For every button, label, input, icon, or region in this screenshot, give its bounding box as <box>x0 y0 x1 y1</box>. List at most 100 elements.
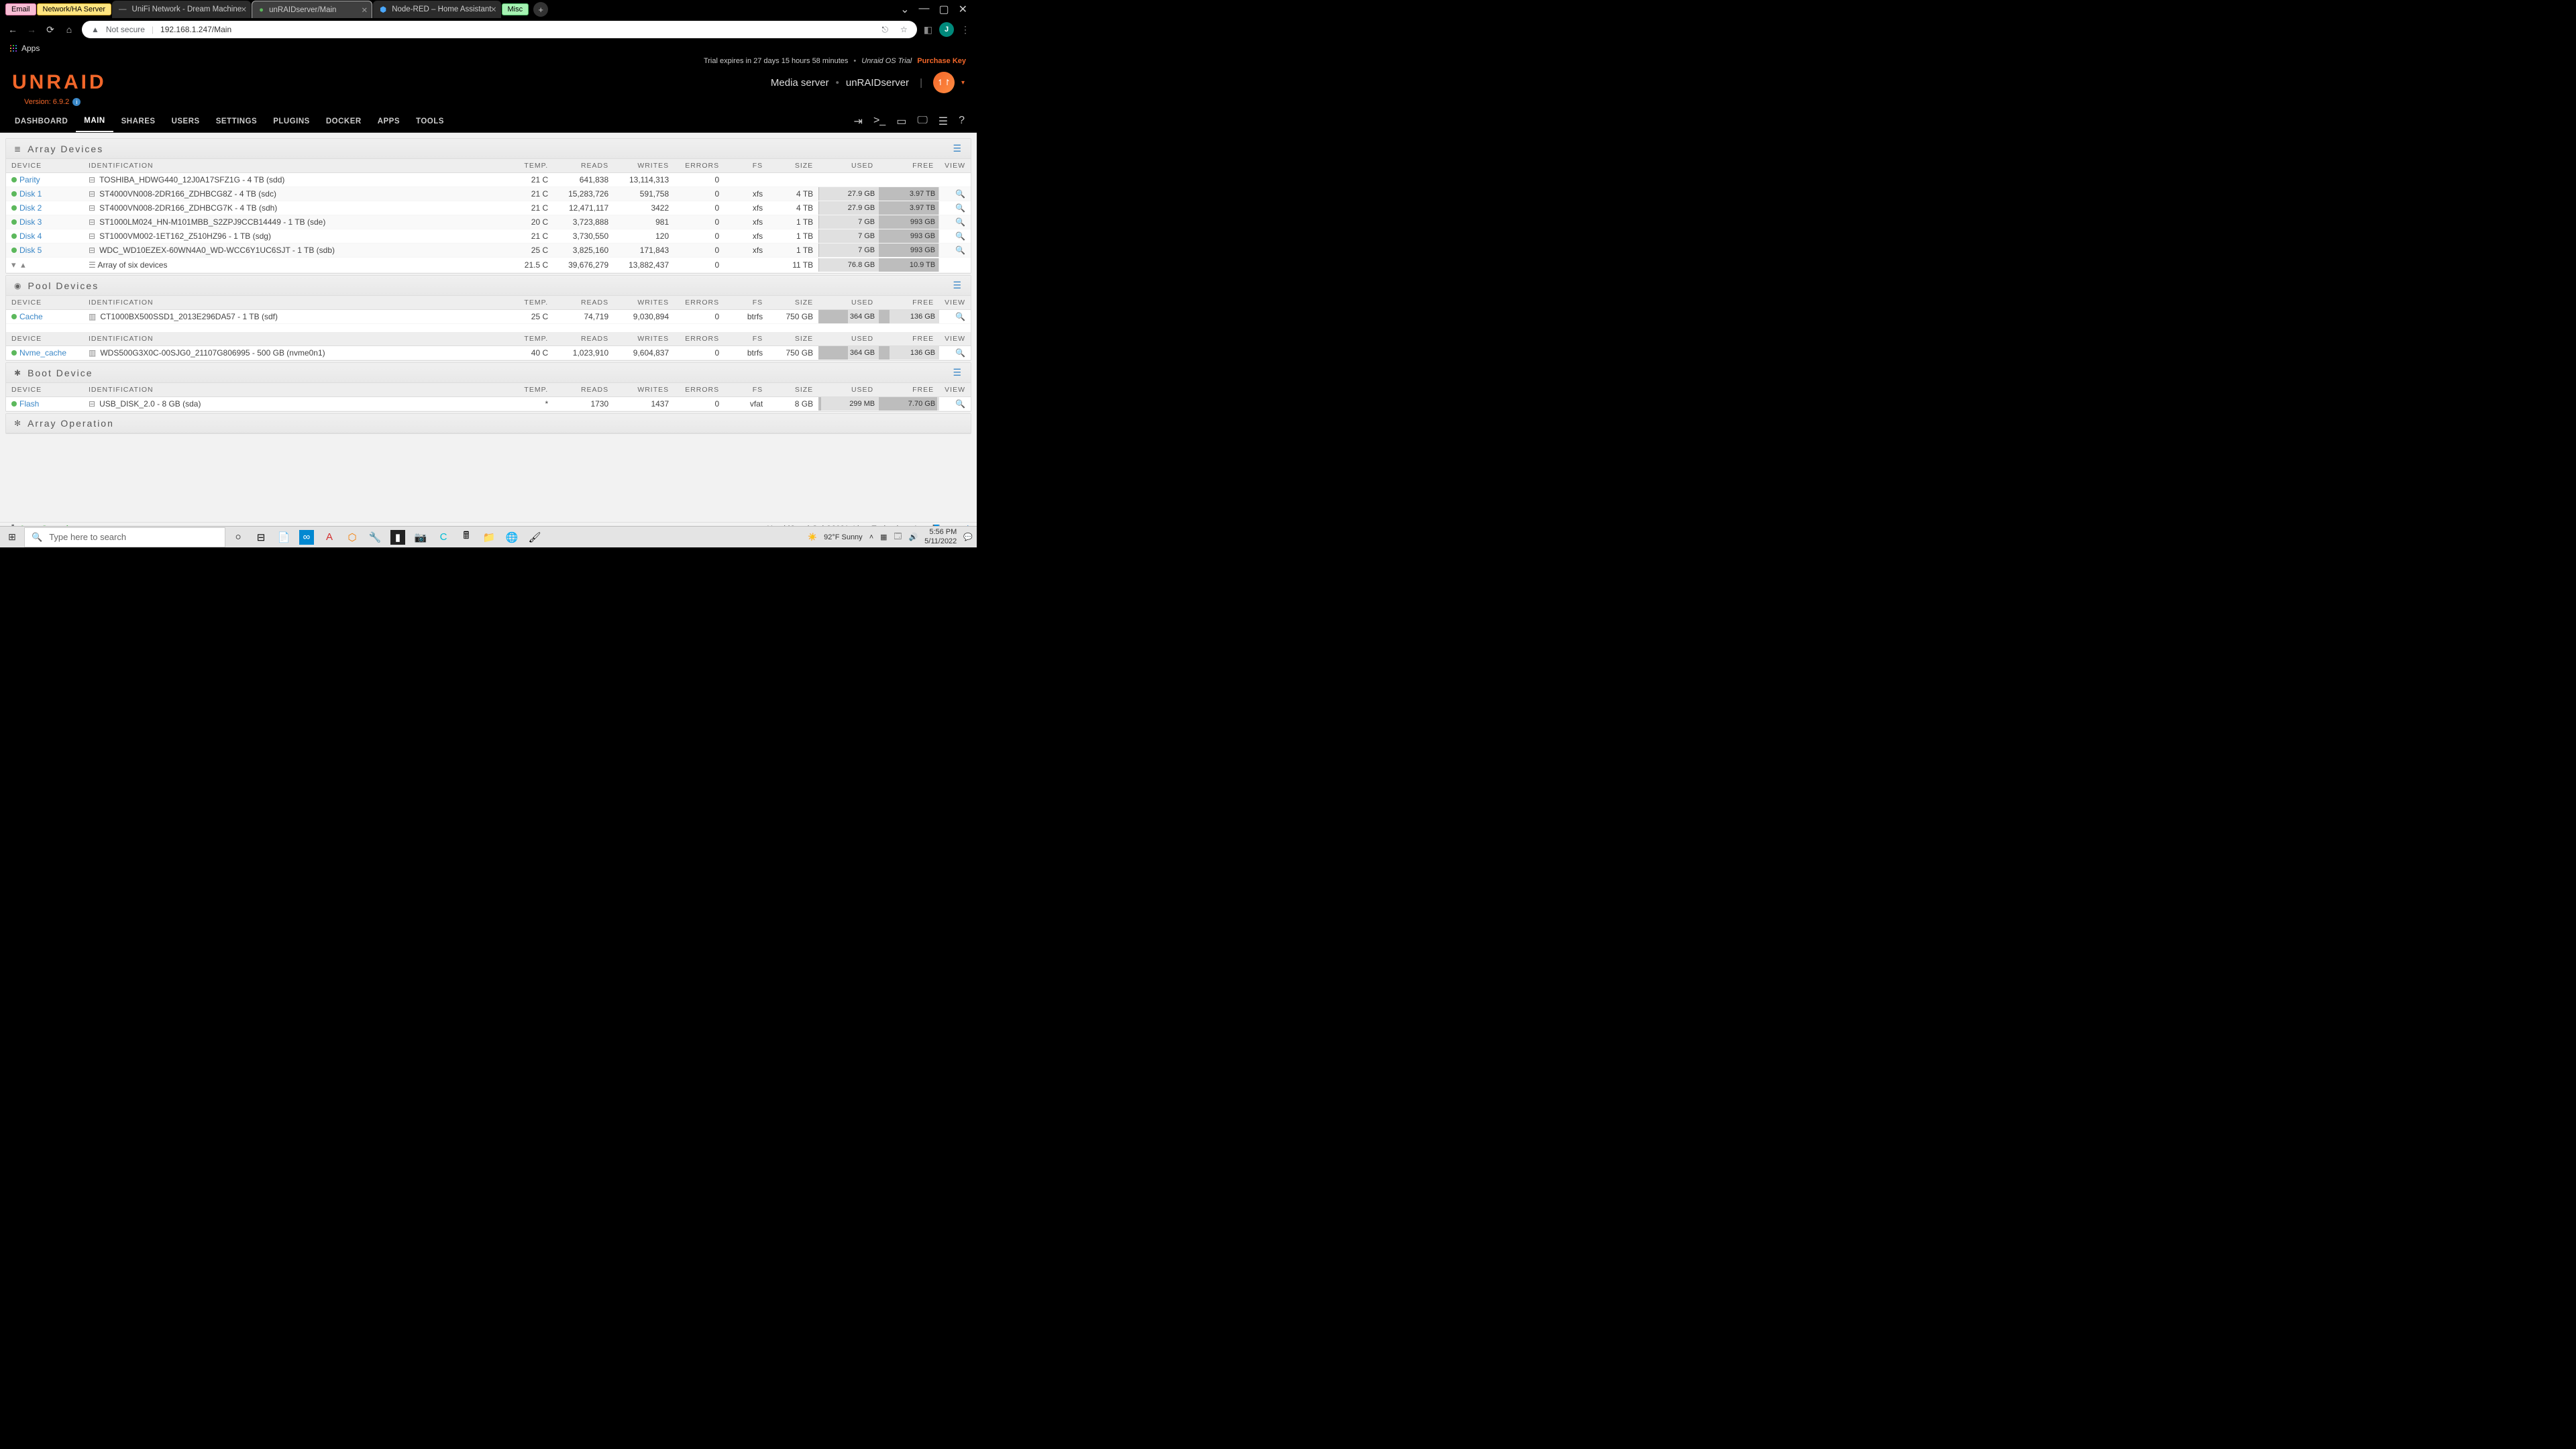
minimize-icon[interactable]: — <box>918 3 929 16</box>
bookmark-star-icon[interactable]: ☆ <box>900 25 908 34</box>
drive-icon: ▥ <box>89 348 96 358</box>
reload-button[interactable]: ⟳ <box>44 24 56 36</box>
explorer-icon[interactable]: 📁 <box>482 530 496 545</box>
weather-icon[interactable]: ☀️ <box>808 533 817 541</box>
app-icon[interactable]: 📷 <box>413 530 428 545</box>
drive-icon: ⊟ <box>89 399 95 409</box>
spin-controls[interactable]: ▾ ▴ <box>11 260 27 270</box>
browse-icon[interactable]: 🔍 <box>955 312 965 321</box>
browse-icon[interactable]: 🔍 <box>955 231 965 241</box>
tab-nodered[interactable]: ⬢ Node-RED – Home Assistant ✕ <box>373 1 500 18</box>
list-view-icon[interactable]: ☰ <box>953 280 963 291</box>
app-icon[interactable]: ▮ <box>390 530 405 545</box>
list-view-icon[interactable]: ☰ <box>953 367 963 378</box>
browse-icon[interactable]: 🔍 <box>955 399 965 409</box>
close-icon[interactable]: ✕ <box>959 3 967 16</box>
tab-unraid[interactable]: ● unRAIDserver/Main ✕ <box>252 1 372 18</box>
tray-icon[interactable]: ▦ <box>880 533 887 541</box>
home-button[interactable]: ⌂ <box>63 24 75 35</box>
feedback-icon[interactable]: ▭ <box>896 115 906 128</box>
disk-link[interactable]: Parity <box>19 175 40 184</box>
user-menu[interactable]: ↿↾ <box>933 72 955 93</box>
browse-icon[interactable]: 🔍 <box>955 217 965 227</box>
tab-label: UniFi Network - Dream Machine <box>132 5 242 13</box>
share-icon[interactable]: ⎋ <box>882 25 889 35</box>
help-icon[interactable]: ? <box>959 115 965 128</box>
disk-link[interactable]: Nvme_cache <box>19 348 66 358</box>
taskbar-search[interactable]: 🔍 Type here to search <box>24 527 225 547</box>
bookmark-network[interactable]: Network/HA Server <box>37 3 112 15</box>
app-icon[interactable]: 🖌 <box>527 530 542 545</box>
clock[interactable]: 5:56 PM 5/11/2022 <box>924 528 957 545</box>
cortana-icon[interactable]: ○ <box>231 530 246 545</box>
tray-icon[interactable]: 🗔 <box>894 531 902 543</box>
logout-icon[interactable]: ⇥ <box>854 115 863 128</box>
task-view-icon[interactable]: ⊟ <box>254 530 268 545</box>
terminal-icon[interactable]: >_ <box>873 115 885 128</box>
status-dot <box>11 233 17 239</box>
app-icon[interactable]: A <box>322 530 337 545</box>
extensions-icon[interactable]: ◧ <box>924 24 932 36</box>
disk-link[interactable]: Disk 1 <box>19 189 42 199</box>
array-total-row: ▾ ▴☰ Array of six devices21.5 C39,676,27… <box>6 258 971 273</box>
apps-grid-icon[interactable] <box>9 44 17 52</box>
app-icon[interactable]: 📄 <box>276 530 291 545</box>
panel-header: ≣ Array Devices ☰ <box>6 139 971 159</box>
list-view-icon[interactable]: ☰ <box>953 143 963 154</box>
drive-icon: ⊟ <box>89 231 95 241</box>
nav-main[interactable]: MAIN <box>76 110 113 132</box>
profile-avatar[interactable]: J <box>939 22 954 37</box>
disk-link[interactable]: Flash <box>19 399 39 409</box>
nav-shares[interactable]: SHARES <box>113 110 164 132</box>
bookmark-misc[interactable]: Misc <box>502 3 529 15</box>
nav-apps[interactable]: APPS <box>370 110 408 132</box>
status-dot <box>11 401 17 407</box>
chrome-icon[interactable]: 🌐 <box>504 530 519 545</box>
nav-dashboard[interactable]: DASHBOARD <box>7 110 76 132</box>
nav-tools[interactable]: TOOLS <box>408 110 452 132</box>
volume-icon[interactable]: 🔊 <box>908 533 918 541</box>
chevron-down-icon[interactable]: ▾ <box>961 79 965 87</box>
nav-users[interactable]: USERS <box>164 110 208 132</box>
log-icon[interactable]: ☰ <box>938 115 948 128</box>
disk-link[interactable]: Disk 5 <box>19 246 42 255</box>
nav-docker[interactable]: DOCKER <box>318 110 370 132</box>
nav-plugins[interactable]: PLUGINS <box>265 110 318 132</box>
close-icon[interactable]: ✕ <box>241 5 248 14</box>
apps-label[interactable]: Apps <box>21 44 40 53</box>
bookmark-email[interactable]: Email <box>5 3 36 15</box>
chevron-up-icon[interactable]: ˄ <box>869 533 873 541</box>
info-icon[interactable]: i <box>72 98 80 106</box>
close-icon[interactable]: ✕ <box>362 5 368 15</box>
disk-link[interactable]: Disk 2 <box>19 203 42 213</box>
disk-link[interactable]: Disk 4 <box>19 231 42 241</box>
tab-unifi[interactable]: — UniFi Network - Dream Machine ✕ <box>112 1 251 18</box>
maximize-icon[interactable]: ▢ <box>938 3 949 16</box>
notifications-icon[interactable]: 💬 <box>963 533 973 541</box>
new-tab-button[interactable]: + <box>533 2 548 17</box>
calculator-icon[interactable]: 🖩 <box>459 530 474 545</box>
browse-icon[interactable]: 🔍 <box>955 246 965 255</box>
disk-link[interactable]: Cache <box>19 312 43 321</box>
app-icon[interactable]: C <box>436 530 451 545</box>
weather-text[interactable]: 92°F Sunny <box>824 533 863 541</box>
back-button[interactable]: ← <box>7 24 19 35</box>
start-button[interactable]: ⊞ <box>0 527 24 547</box>
browse-icon[interactable]: 🔍 <box>955 203 965 213</box>
purchase-key-link[interactable]: Purchase Key <box>917 57 966 65</box>
disk-link[interactable]: Disk 3 <box>19 217 42 227</box>
status-dot <box>11 177 17 182</box>
close-icon[interactable]: ✕ <box>490 5 497 14</box>
app-icon[interactable]: ∞ <box>299 530 314 545</box>
browse-icon[interactable]: 🔍 <box>955 348 965 358</box>
app-icon[interactable]: ⬡ <box>345 530 360 545</box>
display-icon[interactable]: 🖵 <box>917 115 927 128</box>
forward-button[interactable]: → <box>25 24 38 35</box>
chevron-down-icon[interactable]: ⌄ <box>900 3 909 16</box>
nav-settings[interactable]: SETTINGS <box>208 110 266 132</box>
tab-label: Node-RED – Home Assistant <box>392 5 491 13</box>
url-input[interactable]: ▲ Not secure | 192.168.1.247/Main ⎋ ☆ <box>82 21 917 38</box>
menu-icon[interactable]: ⋮ <box>961 24 970 36</box>
app-icon[interactable]: 🔧 <box>368 530 382 545</box>
browse-icon[interactable]: 🔍 <box>955 189 965 199</box>
